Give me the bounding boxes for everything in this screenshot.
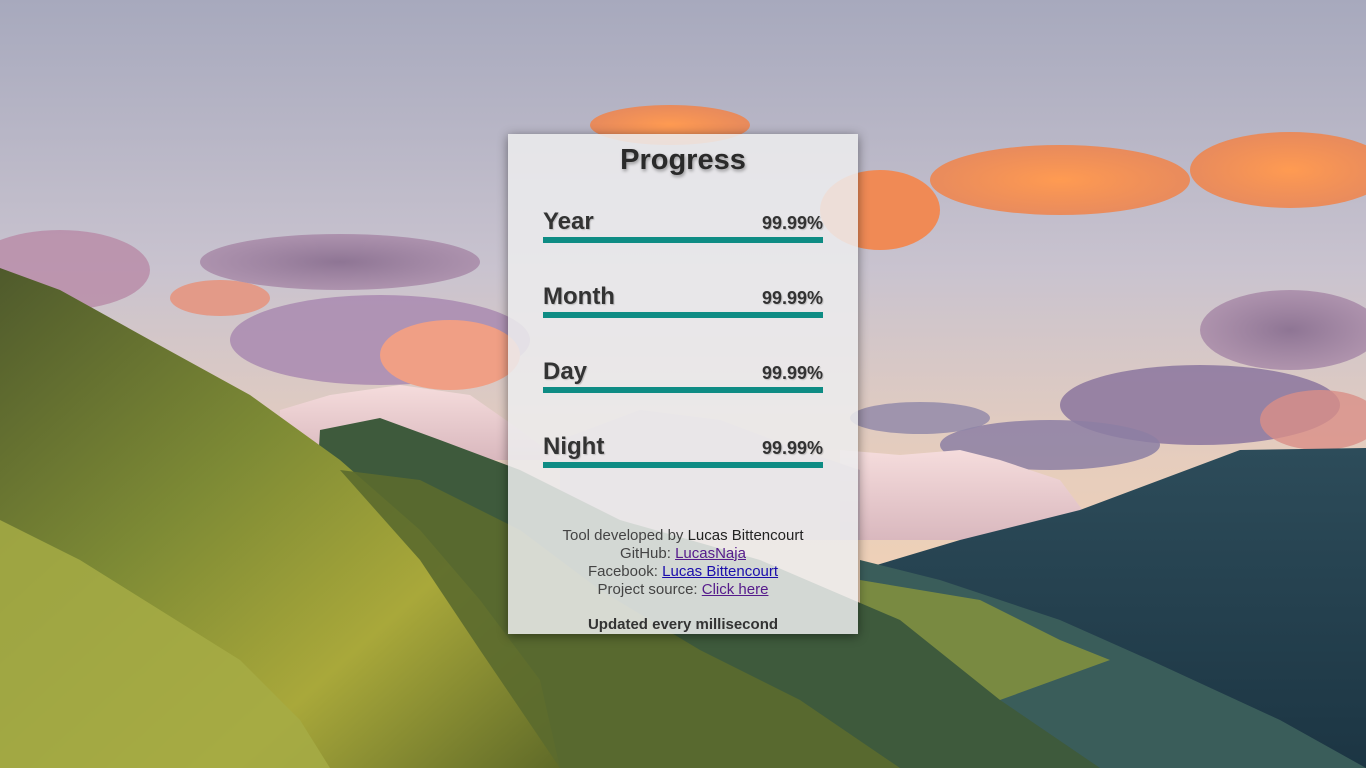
progress-row-year: Year 99.99% — [543, 208, 823, 248]
developer-name: Lucas Bittencourt — [687, 527, 804, 544]
credits-developer-line: Tool developed by Lucas Bittencourt — [508, 527, 858, 545]
progress-label: Day — [543, 358, 588, 385]
progress-row-night: Night 99.99% — [543, 433, 823, 473]
progress-bar — [543, 237, 823, 243]
progress-bar-fill — [543, 387, 823, 393]
progress-label: Month — [543, 283, 615, 310]
facebook-link[interactable]: Lucas Bittencourt — [662, 563, 778, 580]
progress-percent: 99.99% — [761, 288, 823, 308]
progress-bar-fill — [543, 237, 823, 243]
credits-github-line: GitHub: LucasNaja — [508, 545, 858, 563]
update-note: Updated every millisecond — [587, 616, 779, 633]
progress-label: Year — [543, 208, 594, 235]
progress-row-day: Day 99.99% — [543, 358, 823, 398]
facebook-label: Facebook: — [587, 563, 658, 580]
progress-percent: 99.99% — [761, 213, 823, 233]
progress-label: Night — [543, 433, 605, 460]
progress-card: Progress Year 99.99% Month 99.99% Day 99… — [508, 134, 858, 634]
progress-row-month: Month 99.99% — [543, 283, 823, 323]
page-title: Progress — [620, 144, 746, 176]
progress-percent: 99.99% — [761, 438, 823, 458]
github-link[interactable]: LucasNaja — [675, 545, 746, 562]
source-link[interactable]: Click here — [702, 581, 769, 598]
progress-bar — [543, 462, 823, 468]
progress-bar-fill — [543, 312, 823, 318]
github-label: GitHub: — [620, 545, 671, 562]
credits-source-line: Project source: Click here — [508, 581, 858, 599]
source-label: Project source: — [597, 581, 698, 598]
credits: Tool developed by Lucas Bittencourt GitH… — [508, 527, 858, 599]
developed-by-text: Tool developed by — [562, 527, 684, 544]
progress-bar-fill — [543, 462, 823, 468]
progress-bar — [543, 312, 823, 318]
progress-percent: 99.99% — [761, 363, 823, 383]
credits-facebook-line: Facebook: Lucas Bittencourt — [508, 563, 858, 581]
progress-bar — [543, 387, 823, 393]
